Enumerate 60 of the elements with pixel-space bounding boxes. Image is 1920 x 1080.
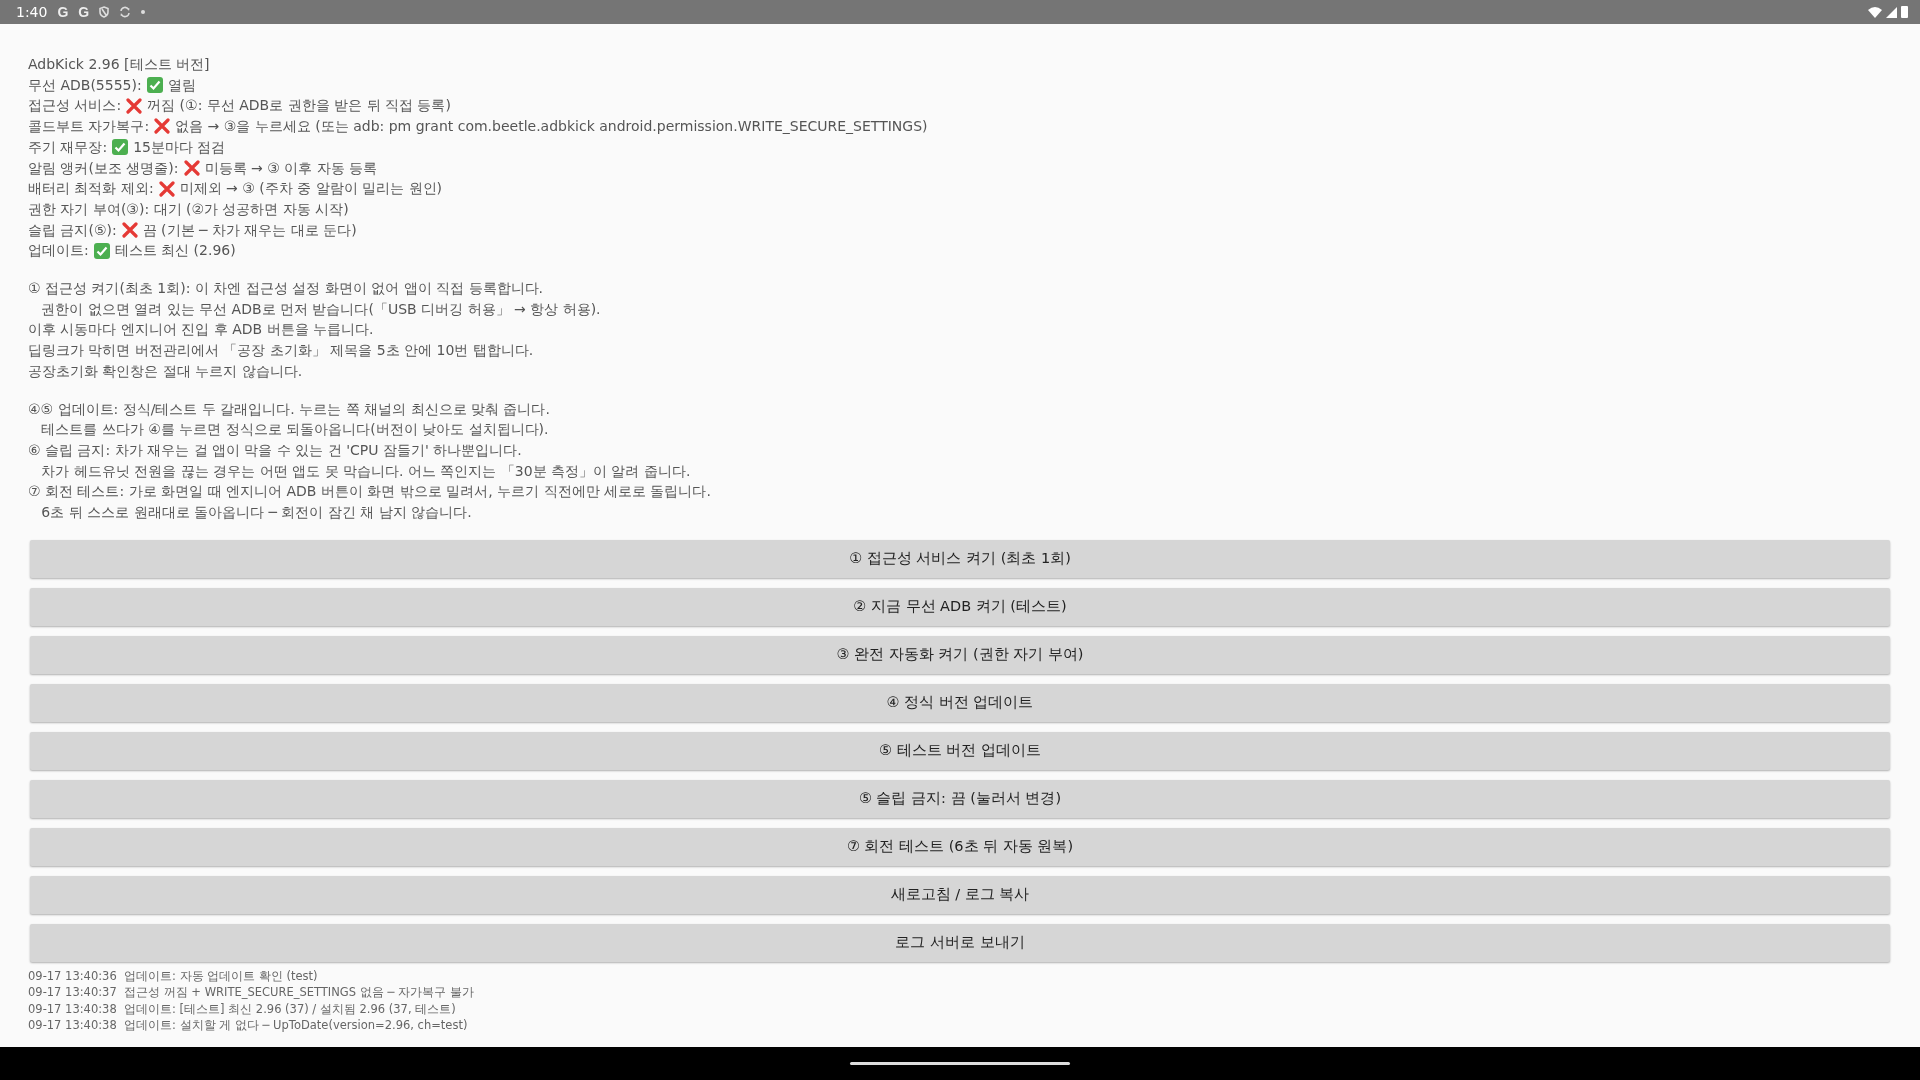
note-text: ④⑤ 업데이트: 정식/테스트 두 갈래입니다. 누르는 쪽 채널의 최신으로 맞춰 줍니다. <box>28 399 551 419</box>
status-value: 미제외 → ③ (주차 중 알람이 밀리는 원인) <box>179 179 442 199</box>
note-text: ① 접근성 켜기(최초 1회): 이 차엔 접근성 설정 화면이 없어 앱이 직접 등록합니다. <box>28 279 544 299</box>
note-text: 6초 뒤 스스로 원래대로 돌아옵니다 ─ 회전이 잠긴 채 남지 않습니다. <box>40 503 473 523</box>
home-handle[interactable] <box>850 1062 1070 1065</box>
note-text: ⑥ 슬립 금지: 차가 재우는 걸 앱이 막을 수 있는 건 'CPU 잠들기' 하나뿐입니다. <box>28 440 523 460</box>
status-label: 무선 ADB(5555): <box>28 75 142 95</box>
cross-icon <box>126 97 143 114</box>
status-label: 콜드부트 자가복구: <box>28 117 150 137</box>
note-text: 이후 시동마다 엔지니어 진입 후 ADB 버튼을 누릅니다. <box>28 320 375 340</box>
note-text: 공장초기화 확인창은 절대 누르지 않습니다. <box>28 361 304 381</box>
status-value: 꺼짐 (①: 무선 ADB로 권한을 받은 뒤 직접 등록) <box>147 96 451 116</box>
check-icon <box>93 242 110 259</box>
action-button[interactable]: ③ 완전 자동화 켜기 (권한 자기 부여) <box>30 635 1890 674</box>
note-text: 딥링크가 막히면 버전관리에서 「공장 초기화」 제목을 5초 안에 10번 탭합니다. <box>28 341 535 361</box>
cross-icon <box>158 180 175 197</box>
action-button[interactable]: ② 지금 무선 ADB 켜기 (테스트) <box>30 587 1890 626</box>
status-label: AdbKick 2.96 [테스트 버전] <box>28 55 210 74</box>
notification-icon: G <box>57 4 69 20</box>
log-entry: 09-17 13:40:38 업데이트: [테스트] 최신 2.96 (37) / 설치됨 2.96 (37, 테스트) <box>28 1000 457 1018</box>
cross-icon <box>121 221 138 238</box>
action-button[interactable]: ⑦ 회전 테스트 (6초 뒤 자동 원복) <box>30 827 1890 866</box>
action-button[interactable]: ④ 정식 버전 업데이트 <box>30 683 1890 722</box>
status-value: 끔 (기본 ─ 차가 재우는 대로 둔다) <box>142 220 357 240</box>
note-text: 차가 헤드유닛 전원을 끊는 경우는 어떤 앱도 못 막습니다. 어느 쪽인지는 「30분 측정」이 알려 줍니다. <box>40 461 692 481</box>
status-label: 접근성 서비스: <box>28 96 122 116</box>
wifi-icon <box>1868 6 1882 18</box>
status-label: 슬립 금지(⑤): <box>28 220 117 240</box>
action-button[interactable]: ⑤ 슬립 금지: 끔 (눌러서 변경) <box>30 779 1890 818</box>
check-icon <box>112 139 129 156</box>
status-label: 알림 앵커(보조 생명줄): <box>28 158 179 178</box>
status-value: 열림 <box>167 75 196 95</box>
note-text: 테스트를 쓰다가 ④를 누르면 정식으로 되돌아옵니다(버전이 낮아도 설치됩니다). <box>40 420 550 440</box>
status-value: 없음 → ③을 누르세요 (또는 adb: pm grant com.beetle.adbkick android.permission.WRITE_SECURE_SETTINGS) <box>175 117 928 137</box>
log-entry: 09-17 13:40:36 업데이트: 자동 업데이트 확인 (test) <box>28 967 319 985</box>
notification-icon: G <box>78 4 90 20</box>
status-value: 테스트 최신 (2.96) <box>114 241 236 261</box>
status-value: 15분마다 점검 <box>133 137 226 157</box>
action-button[interactable]: 새로고침 / 로그 복사 <box>30 875 1890 914</box>
dot-icon <box>141 10 146 14</box>
status-label: 주기 재무장: <box>28 137 108 157</box>
action-button[interactable]: ⑤ 테스트 버전 업데이트 <box>30 731 1890 770</box>
note-text: 권한이 없으면 열려 있는 무선 ADB로 먼저 받습니다(「USB 디버깅 허용」 → 항상 허용). <box>40 299 602 319</box>
cross-icon <box>154 118 171 135</box>
check-icon <box>146 77 163 94</box>
action-button[interactable]: 로그 서버로 보내기 <box>30 923 1890 962</box>
status-label: 업데이트: <box>28 241 89 261</box>
clock: 1:40 <box>16 4 48 20</box>
action-button[interactable]: ① 접근성 서비스 켜기 (최초 1회) <box>30 539 1890 578</box>
status-label: 권한 자기 부여(③): 대기 (②가 성공하면 자동 시작) <box>28 199 349 219</box>
status-label: 배터리 최적화 제외: <box>28 179 154 199</box>
log-entry: 09-17 13:40:38 업데이트: 설치할 게 없다 ─ UpToDate(version=2.96, ch=test) <box>28 1017 469 1034</box>
cross-icon <box>183 159 200 176</box>
signal-icon <box>1886 6 1897 18</box>
log-entry: 09-17 13:40:37 접근성 꺼짐 + WRITE_SECURE_SETTINGS 없음 ─ 자가복구 불가 <box>28 984 475 1001</box>
sync-icon <box>119 6 132 18</box>
status-value: 미등록 → ③ 이후 자동 등록 <box>204 158 378 178</box>
note-text: ⑦ 회전 테스트: 가로 화면일 때 엔지니어 ADB 버튼이 화면 밖으로 밀려서, 누르기 직전에만 세로로 돌립니다. <box>28 482 712 502</box>
battery-icon <box>1901 6 1908 18</box>
shield-icon <box>99 6 110 18</box>
